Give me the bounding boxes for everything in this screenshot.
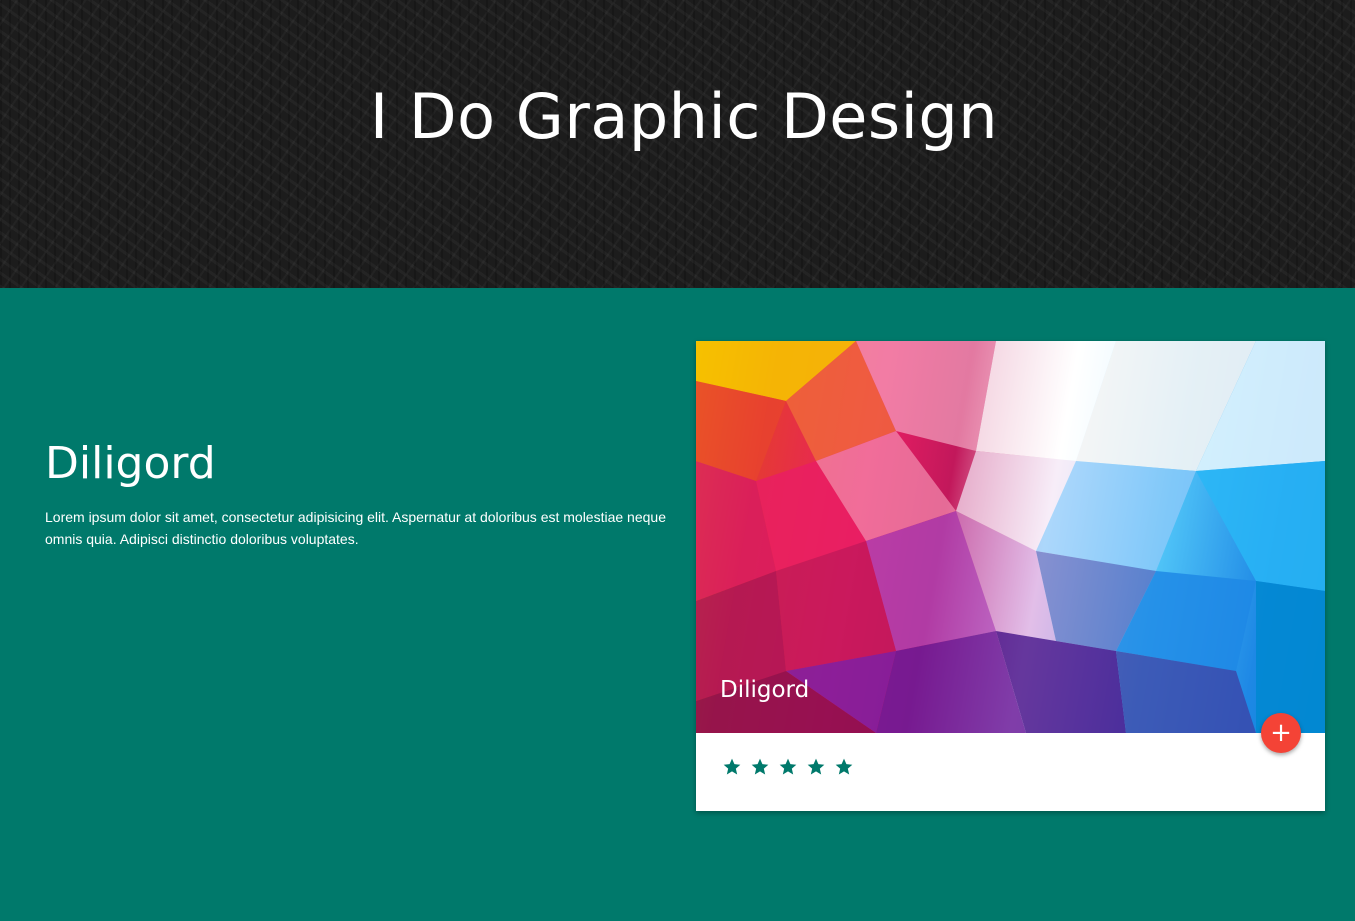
plus-icon: +	[1270, 718, 1292, 748]
section-description: Lorem ipsum dolor sit amet, consectetur …	[45, 509, 666, 547]
card-image: Diligord	[696, 341, 1325, 733]
add-button[interactable]: +	[1261, 713, 1301, 753]
star-icon	[723, 758, 741, 775]
content-section: Diligord Lorem ipsum dolor sit amet, con…	[0, 288, 1355, 921]
hero-banner: I Do Graphic Design	[0, 0, 1355, 288]
low-poly-artwork	[696, 341, 1325, 733]
star-icon	[807, 758, 825, 775]
section-title: Diligord	[45, 438, 216, 489]
star-icon	[779, 758, 797, 775]
portfolio-card: Diligord +	[696, 341, 1325, 811]
star-icon	[751, 758, 769, 775]
star-rating	[722, 757, 854, 777]
card-image-title: Diligord	[720, 677, 810, 703]
hero-title: I Do Graphic Design	[369, 80, 999, 153]
star-icon	[835, 758, 853, 775]
